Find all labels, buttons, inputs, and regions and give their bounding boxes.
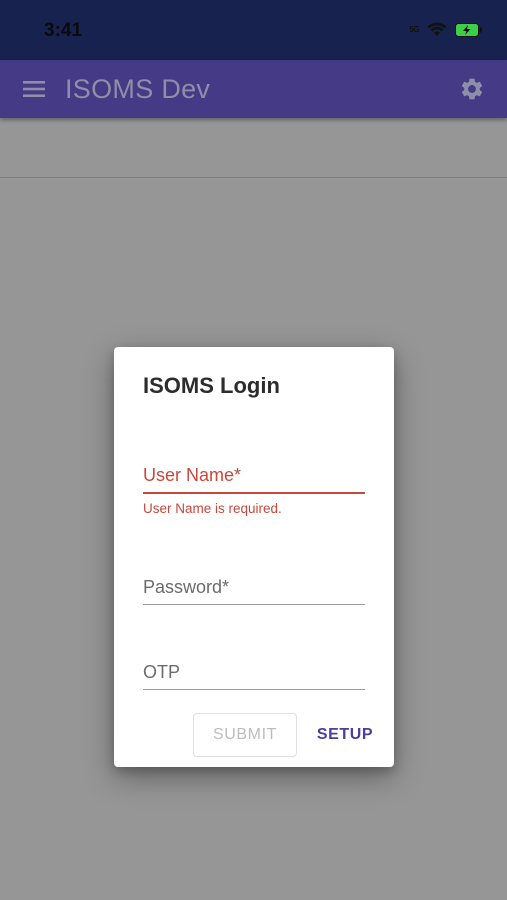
status-bar: 3:41 5G	[0, 0, 507, 60]
app-bar: ISOMS Dev	[0, 60, 507, 118]
password-field	[143, 577, 365, 605]
battery-charging-icon	[455, 22, 482, 37]
login-dialog: ISOMS Login User Name is required. SUBMI…	[114, 347, 394, 767]
password-input[interactable]	[143, 577, 365, 604]
username-underline	[143, 492, 365, 494]
network-type-label: 5G	[409, 25, 419, 34]
submit-button[interactable]: SUBMIT	[193, 713, 297, 757]
otp-field	[143, 662, 365, 690]
password-underline	[143, 604, 365, 605]
status-time: 3:41	[44, 20, 83, 41]
status-indicators: 5G	[409, 22, 483, 37]
username-error-message: User Name is required.	[143, 501, 282, 516]
wifi-icon	[427, 22, 447, 36]
username-field: User Name is required.	[143, 465, 365, 516]
otp-input[interactable]	[143, 662, 365, 689]
gear-icon[interactable]	[459, 76, 485, 102]
dialog-title: ISOMS Login	[143, 373, 280, 398]
setup-button[interactable]: SETUP	[310, 713, 380, 757]
hamburger-menu-icon[interactable]	[22, 79, 48, 99]
username-input[interactable]	[143, 465, 365, 492]
app-title: ISOMS Dev	[65, 74, 211, 104]
otp-underline	[143, 689, 365, 690]
